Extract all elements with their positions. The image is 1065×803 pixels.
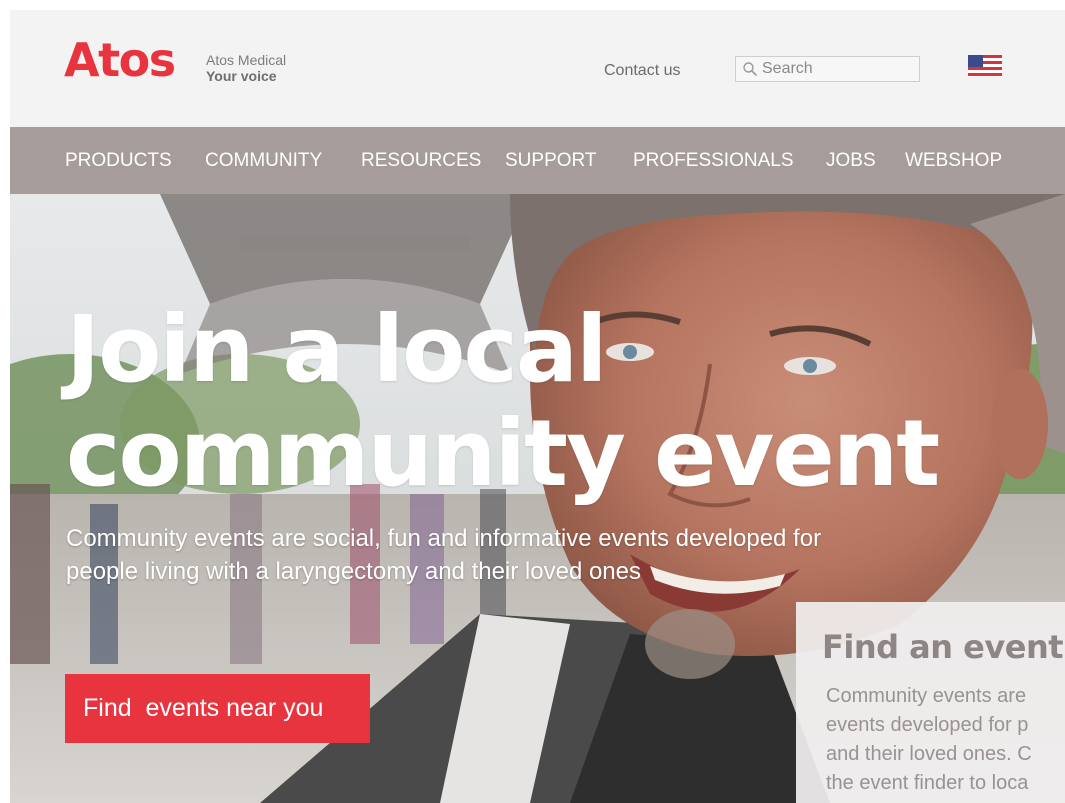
find-events-button[interactable]: Find events near you [65,674,370,743]
logo-tagline: Atos Medical Your voice [206,53,286,83]
hero-title-line-2: community event [66,400,940,507]
tagline-company: Atos Medical [206,52,287,68]
us-flag-icon[interactable] [968,55,1002,77]
event-finder-card: Find an event i Community events are eve… [796,602,1065,803]
contact-us-link[interactable]: Contact us [604,62,680,80]
atos-logo[interactable]: Atos [64,37,176,83]
search-input[interactable] [762,59,912,79]
event-card-line: events developed for p [826,714,1029,736]
logo-text: Atos [64,33,176,87]
nav-item-webshop[interactable]: WEBSHOP [905,150,1002,172]
search-box[interactable] [735,56,920,82]
tagline-slogan: Your voice [206,68,277,84]
nav-item-resources[interactable]: RESOURCES [361,150,481,172]
hero-title: Join a local community event [66,296,940,507]
hero-banner: Join a local community event Community e… [10,194,1065,803]
nav-item-support[interactable]: SUPPORT [505,150,597,172]
main-navigation: PRODUCTS COMMUNITY RESOURCES SUPPORT PRO… [10,127,1065,194]
event-card-line: Community events are [826,685,1027,707]
nav-item-jobs[interactable]: JOBS [826,150,876,172]
event-card-line: the event finder to loca [826,772,1029,794]
nav-item-community[interactable]: COMMUNITY [205,150,322,172]
search-icon [743,62,757,76]
hero-description: Community events are social, fun and inf… [66,525,822,585]
event-card-title: Find an event i [822,628,1065,666]
site-header: Atos Atos Medical Your voice Contact us [10,10,1065,127]
nav-item-professionals[interactable]: PROFESSIONALS [633,150,794,172]
event-card-body: Community events are events developed fo… [826,682,1065,798]
event-card-line: and their loved ones. C [826,743,1032,765]
nav-item-products[interactable]: PRODUCTS [65,150,172,172]
page-frame: Atos Atos Medical Your voice Contact us … [10,10,1065,803]
hero-title-line-1: Join a local [66,296,608,403]
